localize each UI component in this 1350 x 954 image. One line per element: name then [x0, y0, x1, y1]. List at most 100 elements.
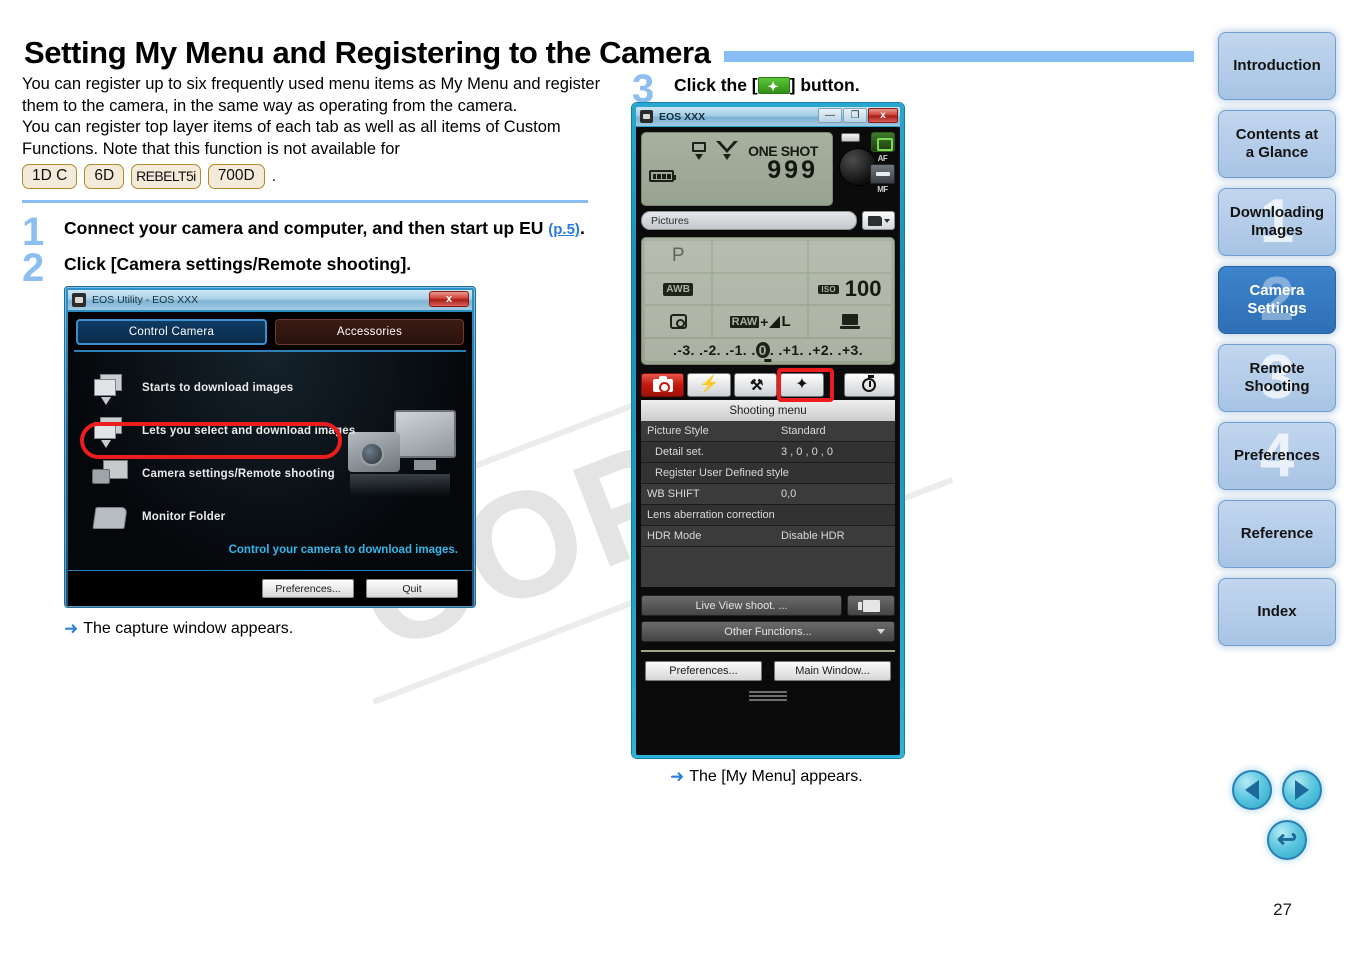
- image-quality-cell[interactable]: RAW + L: [713, 306, 807, 338]
- menu-row[interactable]: Picture Style Standard: [641, 421, 895, 442]
- mf-label: MF: [877, 185, 888, 194]
- live-view-shoot-button[interactable]: Live View shoot. ...: [641, 595, 842, 616]
- step-1-period: .: [579, 218, 585, 238]
- exposure-level-scale[interactable]: .-3. .-2. .-1. .0. .+1. .+2. .+3.: [645, 339, 891, 363]
- sidebar-nav: Introduction Contents at a Glance 1 Down…: [1218, 32, 1344, 656]
- sidebar-item-downloading-images[interactable]: 1 Downloading Images: [1218, 188, 1336, 256]
- quality-large-label: L: [781, 313, 791, 331]
- sidebar-label-line1: Camera: [1249, 282, 1305, 299]
- step-3-label-before: Click the [: [674, 75, 758, 95]
- af-mf-switch[interactable]: AF MF: [870, 154, 895, 194]
- drive-mode-caret-icon: [695, 153, 704, 160]
- page-number: 27: [1273, 900, 1292, 919]
- shooting-mode-cell[interactable]: P: [645, 241, 712, 272]
- eos-utility-app-icon: [72, 293, 86, 307]
- eos-utility-row-download[interactable]: Starts to download images: [92, 366, 472, 409]
- folder-browse-icon[interactable]: [862, 211, 895, 230]
- sidebar-item-remote-shooting[interactable]: 3 Remote Shooting: [1218, 344, 1336, 412]
- close-button[interactable]: x: [868, 108, 898, 123]
- menu-row[interactable]: Detail set. 3 , 0 , 0 , 0: [641, 442, 895, 463]
- af-label: AF: [877, 154, 888, 163]
- exposure-comp-cell[interactable]: [713, 273, 807, 305]
- model-badge-700d: 700D: [207, 164, 265, 189]
- capture-window-divider: [641, 650, 895, 652]
- sidebar-item-reference[interactable]: Reference: [1218, 500, 1336, 568]
- camera-settings-lcd: P AWB ISO 100 RAW + L .-3. .-2. .-1. . 0…: [641, 237, 895, 365]
- setup-tab[interactable]: ⚒: [733, 373, 778, 397]
- eos-utility-close-button[interactable]: x: [429, 291, 469, 307]
- metering-mode-cell[interactable]: [645, 306, 712, 338]
- step-3-label-after: ] button.: [789, 75, 860, 95]
- eos-utility-row-label: Starts to download images: [142, 381, 294, 394]
- previous-page-icon[interactable]: [1232, 770, 1272, 810]
- exposure-scale-right: . .+1. .+2. .+3.: [769, 342, 864, 359]
- battery-full-icon: [649, 170, 676, 182]
- capture-window-tabbar: ⚡ ⚒ ✦: [641, 368, 895, 402]
- note-my-menu-text: The [My Menu] appears.: [689, 768, 863, 785]
- menu-row[interactable]: HDR Mode Disable HDR: [641, 526, 895, 547]
- shutter-speed-cell[interactable]: [713, 241, 807, 272]
- eos-utility-preferences-button[interactable]: Preferences...: [262, 579, 354, 598]
- sidebar-item-index[interactable]: Index: [1218, 578, 1336, 646]
- camera-icon: [652, 375, 673, 393]
- tab-accessories[interactable]: Accessories: [275, 319, 464, 345]
- eos-utility-quit-button[interactable]: Quit: [366, 579, 458, 598]
- menu-row-label: WB SHIFT: [647, 488, 700, 500]
- eos-utility-window: EOS Utility - EOS XXX x Control Camera A…: [64, 286, 476, 608]
- destination-cell[interactable]: [808, 306, 891, 338]
- sidebar-item-preferences[interactable]: 4 Preferences: [1218, 422, 1336, 490]
- step-1: 1 Connect your camera and computer, and …: [22, 212, 602, 252]
- eos-utility-row-monitor-folder[interactable]: Monitor Folder: [92, 495, 472, 538]
- minimize-button[interactable]: —: [818, 108, 842, 123]
- eos-utility-action-list: Starts to download images Lets you selec…: [68, 352, 472, 584]
- sidebar-label-line2: Images: [1251, 222, 1303, 239]
- step-3: 3 Click the [✦] button.: [632, 69, 1192, 109]
- next-page-icon[interactable]: [1282, 770, 1322, 810]
- sidebar-label-line1: Contents at: [1235, 126, 1319, 143]
- step-1-page-link[interactable]: (p.5): [548, 221, 580, 238]
- shutter-release-icon[interactable]: [871, 132, 895, 152]
- menu-empty-area: [641, 547, 895, 587]
- evaluative-metering-icon: [669, 314, 687, 330]
- badge-trailing-period: .: [271, 167, 277, 185]
- sidebar-item-label: Preferences: [1234, 447, 1320, 464]
- resize-grip[interactable]: [641, 691, 895, 701]
- model-badge-6d: 6D: [84, 164, 125, 189]
- settings-lcd-row-2: AWB ISO 100: [645, 273, 891, 305]
- timer-tab[interactable]: [843, 373, 895, 397]
- step-3-text: Click the [✦] button.: [674, 74, 1192, 97]
- exposure-zero-marker: 0: [755, 342, 770, 359]
- maximize-button[interactable]: ❐: [843, 108, 867, 123]
- wrench-icon: ⚒: [749, 377, 764, 394]
- menu-row[interactable]: WB SHIFT 0,0: [641, 484, 895, 505]
- pc-transfer-icon: [839, 313, 860, 330]
- iso-cell[interactable]: ISO 100: [808, 273, 891, 305]
- menu-row-value: 3 , 0 , 0 , 0: [781, 446, 833, 458]
- save-folder-field[interactable]: Pictures: [641, 211, 857, 230]
- white-balance-cell[interactable]: AWB: [645, 273, 712, 305]
- sidebar-item-camera-settings[interactable]: 2 Camera Settings: [1218, 266, 1336, 334]
- go-back-icon[interactable]: ↩: [1267, 820, 1307, 860]
- capture-preferences-button[interactable]: Preferences...: [645, 661, 762, 681]
- af-mf-toggle[interactable]: [870, 164, 895, 184]
- aperture-cell[interactable]: [808, 241, 891, 272]
- tab-control-camera[interactable]: Control Camera: [76, 319, 267, 345]
- flash-tab[interactable]: ⚡: [687, 373, 731, 397]
- folder-icon: [92, 502, 128, 532]
- movie-record-button[interactable]: [847, 595, 895, 616]
- menu-row[interactable]: Register User Defined style: [641, 463, 895, 484]
- camera-monitor-icon: [92, 459, 128, 489]
- capture-window-titlebar: EOS XXX — ❐ x: [636, 107, 900, 126]
- sidebar-item-introduction[interactable]: Introduction: [1218, 32, 1336, 100]
- menu-row[interactable]: Lens aberration correction: [641, 505, 895, 526]
- other-functions-button[interactable]: Other Functions...: [641, 621, 895, 642]
- sidebar-item-label: Contents at a Glance: [1236, 126, 1319, 162]
- shooting-tab[interactable]: [641, 373, 685, 397]
- eos-utility-titlebar: EOS Utility - EOS XXX x: [68, 290, 472, 310]
- lcd-lamp-button[interactable]: [841, 133, 860, 142]
- eos-utility-caption: Control your camera to download images.: [228, 544, 458, 556]
- main-window-button[interactable]: Main Window...: [774, 661, 891, 681]
- step-1-label: Connect your camera and computer, and th…: [64, 218, 549, 238]
- eos-utility-row-label: Monitor Folder: [142, 510, 226, 523]
- sidebar-item-contents-at-a-glance[interactable]: Contents at a Glance: [1218, 110, 1336, 178]
